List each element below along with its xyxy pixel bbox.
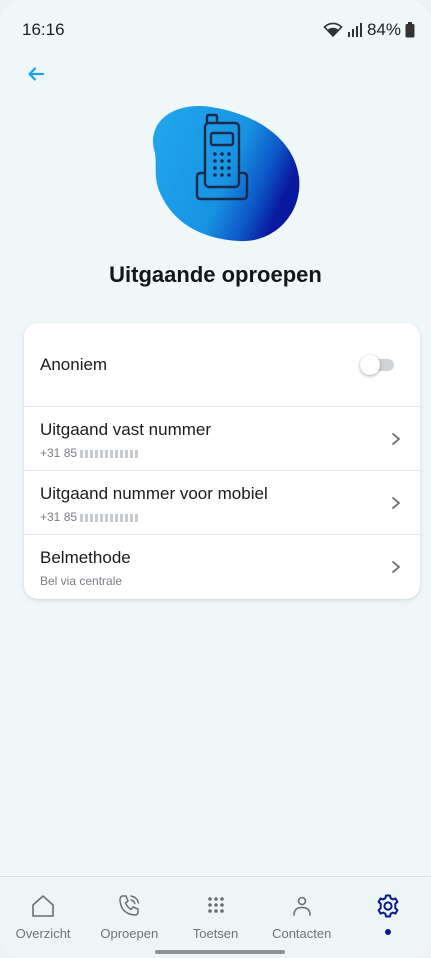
phone-calls-icon <box>119 895 140 916</box>
nav-label: Toetsen <box>192 926 239 941</box>
chevron-right-icon <box>392 433 400 445</box>
setting-row-vast-nummer[interactable]: Uitgaand vast nummer +31 85 <box>24 407 420 471</box>
chevron-right-icon <box>392 561 400 573</box>
setting-row-mobiel-nummer[interactable]: Uitgaand nummer voor mobiel +31 85 <box>24 471 420 535</box>
setting-label: Uitgaand vast nummer <box>40 420 212 439</box>
setting-row-belmethode[interactable]: Belmethode Bel via centrale <box>24 535 420 599</box>
home-icon <box>32 895 54 917</box>
keypad-icon <box>207 897 224 913</box>
setting-label: Uitgaand nummer voor mobiel <box>40 484 268 503</box>
nav-item-overzicht[interactable]: Overzicht <box>0 877 86 958</box>
signal-icon <box>347 23 362 37</box>
setting-value: +31 85 <box>40 510 141 524</box>
nav-item-oproepen[interactable]: Oproepen <box>86 877 172 958</box>
nav-item-toetsen[interactable]: Toetsen <box>172 877 258 958</box>
battery-icon <box>405 22 415 38</box>
nav-label: Oproepen <box>100 926 159 941</box>
setting-value: Bel via centrale <box>40 574 123 588</box>
back-arrow-icon[interactable] <box>24 62 48 86</box>
page-title: Uitgaande oproepen <box>109 262 322 287</box>
setting-row-anoniem[interactable]: Anoniem <box>24 323 420 407</box>
toggle-thumb <box>360 354 380 375</box>
wifi-icon <box>323 22 343 38</box>
status-indicators: 84% <box>323 20 415 40</box>
screen: 16:16 84% Uitgaande oproepen Anoniem Uit… <box>0 0 431 958</box>
setting-label: Anoniem <box>40 354 108 374</box>
nav-label: Contacten <box>272 926 332 941</box>
chevron-right-icon <box>392 497 400 509</box>
active-indicator-dot <box>384 929 391 935</box>
setting-value: +31 85 <box>40 446 141 460</box>
setting-label: Belmethode <box>40 548 131 567</box>
person-icon <box>292 896 311 916</box>
status-bar: 16:16 84% <box>0 0 431 60</box>
bottom-navigation: Overzicht Oproepen Toetsen Contacten <box>0 876 431 958</box>
nav-item-instellingen[interactable] <box>345 877 431 958</box>
home-indicator <box>155 950 285 954</box>
nav-item-contacten[interactable]: Contacten <box>259 877 345 958</box>
battery-percentage: 84% <box>366 20 401 39</box>
gear-icon <box>377 894 399 918</box>
nav-label: Overzicht <box>15 926 71 941</box>
anoniem-toggle[interactable] <box>360 354 396 375</box>
redacted-number <box>80 513 141 522</box>
status-time: 16:16 <box>22 20 65 39</box>
desk-phone-illustration <box>152 106 300 242</box>
settings-card: Anoniem Uitgaand vast nummer +31 85 Uitg… <box>24 323 420 599</box>
redacted-number <box>80 449 141 458</box>
